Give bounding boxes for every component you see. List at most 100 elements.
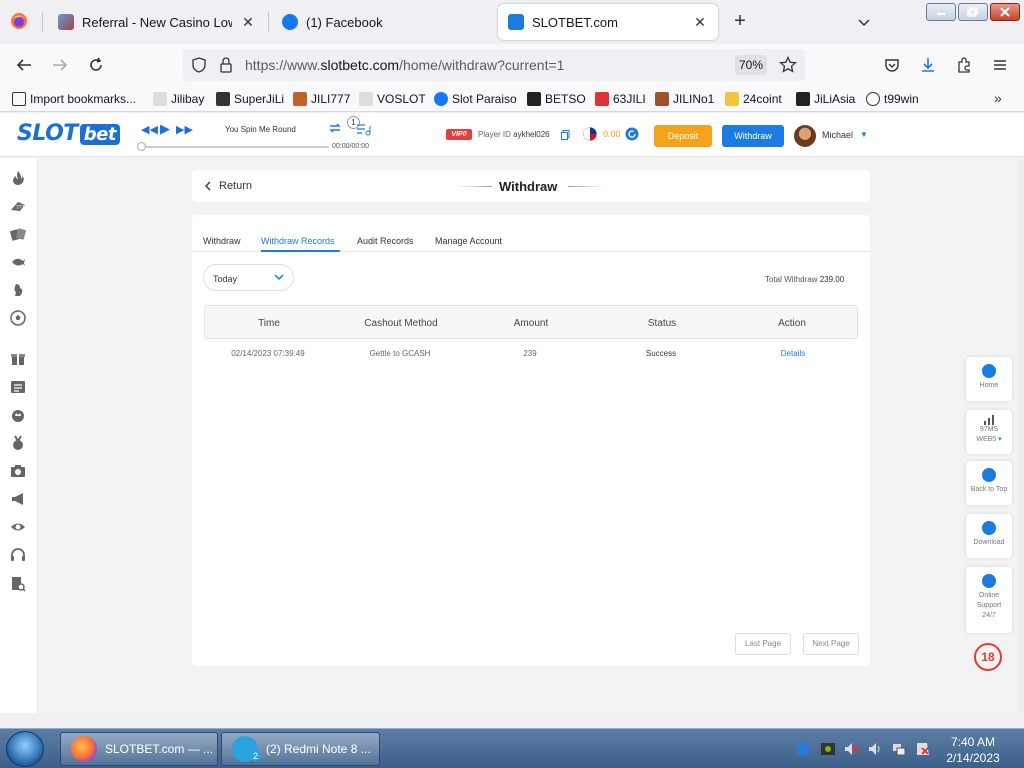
bookmark-jilino1[interactable]: JILINo1 (655, 90, 714, 108)
bookmark-24coint[interactable]: 24coint (725, 90, 782, 108)
back-arrow-icon[interactable] (13, 54, 35, 76)
update-icon[interactable] (795, 741, 811, 757)
tab-referral[interactable]: Referral - New Casino LowTurno ✕ (48, 4, 266, 40)
refresh-balance-icon[interactable] (625, 127, 639, 144)
star-icon[interactable] (779, 55, 797, 77)
window-close-button[interactable] (990, 3, 1020, 21)
tab-manage-account[interactable]: Manage Account (435, 236, 502, 246)
megaphone-icon[interactable] (10, 491, 26, 507)
float-back-to-top-button[interactable]: Back to Top (966, 461, 1012, 505)
bookmark-superjili[interactable]: SuperJiLi (216, 90, 284, 108)
new-tab-button[interactable]: + (730, 11, 750, 32)
url-text[interactable]: https://www.slotbetc.com/home/withdraw?c… (245, 57, 564, 73)
close-icon[interactable]: ✕ (692, 14, 708, 30)
start-button[interactable] (6, 731, 44, 767)
bookmark-betso[interactable]: BETSO (527, 90, 586, 108)
float-home-button[interactable]: Home (966, 357, 1012, 401)
cards-icon[interactable] (10, 226, 26, 242)
bookmark-label: 63JILI (613, 92, 646, 106)
speaker-muted-icon[interactable] (843, 741, 859, 757)
volume-icon[interactable] (867, 741, 883, 757)
fish-icon[interactable] (10, 254, 26, 270)
tab-list-chevron-icon[interactable] (856, 14, 872, 30)
gift-icon[interactable] (10, 350, 26, 366)
nvidia-icon[interactable] (820, 741, 836, 757)
caret-down-icon[interactable]: ▼ (860, 130, 868, 139)
slotbet-logo[interactable]: SLOT bet (17, 121, 120, 146)
eye-icon[interactable] (10, 519, 26, 535)
bookmark-t99win[interactable]: t99win (866, 90, 919, 108)
bookmark-63jili[interactable]: 63JILI (595, 90, 646, 108)
float-download-button[interactable]: Download (966, 514, 1012, 558)
referral-favicon-icon (58, 14, 74, 30)
taskbar-telegram[interactable]: (2) Redmi Note 8 ... (221, 732, 380, 766)
float-network-button[interactable]: 97MS WEB5 ▾ (966, 410, 1012, 454)
next-page-button[interactable]: Next Page (803, 633, 859, 655)
bookmark-slot-paraiso[interactable]: Slot Paraiso (434, 90, 517, 108)
column-time: Time (258, 318, 280, 329)
play-icon[interactable]: ▶ (160, 121, 170, 137)
search-doc-icon[interactable] (10, 576, 26, 592)
bookmark-jilibay[interactable]: Jilibay (153, 90, 204, 108)
tab-withdraw-records[interactable]: Withdraw Records (261, 236, 335, 246)
bookmarks-overflow-icon[interactable]: » (994, 90, 1002, 106)
logo-bet: bet (79, 124, 120, 145)
playlist-icon[interactable] (356, 122, 372, 139)
bookmark-jiliasia[interactable]: JiLiAsia (796, 90, 855, 108)
tab-slotbet[interactable]: SLOTBET.com ✕ (498, 4, 718, 40)
extensions-icon[interactable] (953, 54, 975, 76)
username[interactable]: Michael (822, 130, 853, 140)
list-icon[interactable] (10, 379, 26, 395)
tab-facebook[interactable]: (1) Facebook (272, 4, 492, 40)
camera-icon[interactable] (10, 463, 26, 479)
active-tab-underline (261, 250, 340, 252)
vip-crown-icon[interactable] (10, 407, 26, 423)
music-progress-knob[interactable] (137, 142, 146, 151)
bookmark-voslot[interactable]: VOSLOT (359, 90, 426, 108)
tab-audit-records[interactable]: Audit Records (357, 236, 414, 246)
copy-icon[interactable] (561, 129, 570, 143)
url-bar[interactable]: https://www.slotbetc.com/home/withdraw?c… (183, 49, 805, 81)
downloads-icon[interactable] (917, 54, 939, 76)
balance-value: 0.00 (603, 129, 621, 139)
forward-arrow-icon[interactable] (49, 54, 71, 76)
soccer-icon[interactable] (10, 310, 26, 326)
cockfight-icon[interactable] (10, 282, 26, 298)
withdraw-records-card: Withdraw Withdraw Records Audit Records … (192, 215, 870, 666)
page-scrollbar[interactable] (1018, 158, 1024, 713)
last-page-button[interactable]: Last Page (735, 633, 791, 655)
minimize-button[interactable] (926, 3, 956, 21)
shield-icon[interactable] (191, 57, 207, 76)
avatar[interactable] (794, 125, 816, 147)
details-link[interactable]: Details (733, 349, 853, 358)
medal-icon[interactable] (10, 435, 26, 451)
taskbar-firefox[interactable]: SLOTBET.com — ... (60, 732, 218, 766)
withdraw-button[interactable]: Withdraw (722, 125, 784, 147)
date-filter-select[interactable]: Today (203, 264, 294, 291)
action-center-icon[interactable] (915, 741, 931, 757)
lock-icon[interactable] (219, 57, 233, 76)
fire-icon[interactable] (10, 170, 26, 186)
bookmark-import[interactable]: Import bookmarks... (12, 90, 136, 108)
network-icon[interactable] (891, 741, 907, 757)
reload-icon[interactable] (85, 54, 107, 76)
previous-track-icon[interactable]: ◀◀ (141, 123, 158, 136)
tab-withdraw[interactable]: Withdraw (203, 236, 241, 246)
float-support-button[interactable]: Online Support 24/7 (966, 567, 1012, 633)
music-progress-track[interactable] (141, 146, 329, 148)
close-icon[interactable]: ✕ (240, 14, 256, 30)
repeat-icon[interactable] (328, 121, 342, 138)
bookmark-jili777[interactable]: JILI777 (293, 90, 350, 108)
hamburger-menu-icon[interactable] (989, 54, 1011, 76)
globe-icon (866, 92, 880, 106)
restore-button[interactable] (958, 3, 988, 21)
next-track-icon[interactable]: ▶▶ (176, 123, 193, 136)
zoom-level[interactable]: 70% (735, 55, 767, 75)
pocket-icon[interactable] (881, 54, 903, 76)
headset-icon[interactable] (10, 547, 26, 563)
slots-icon[interactable]: 777 (10, 198, 26, 214)
deposit-button[interactable]: Deposit (654, 125, 712, 147)
firefox-icon[interactable] (8, 10, 30, 32)
return-button[interactable]: Return (204, 180, 252, 192)
system-clock[interactable]: 7:40 AM 2/14/2023 (940, 734, 1006, 766)
